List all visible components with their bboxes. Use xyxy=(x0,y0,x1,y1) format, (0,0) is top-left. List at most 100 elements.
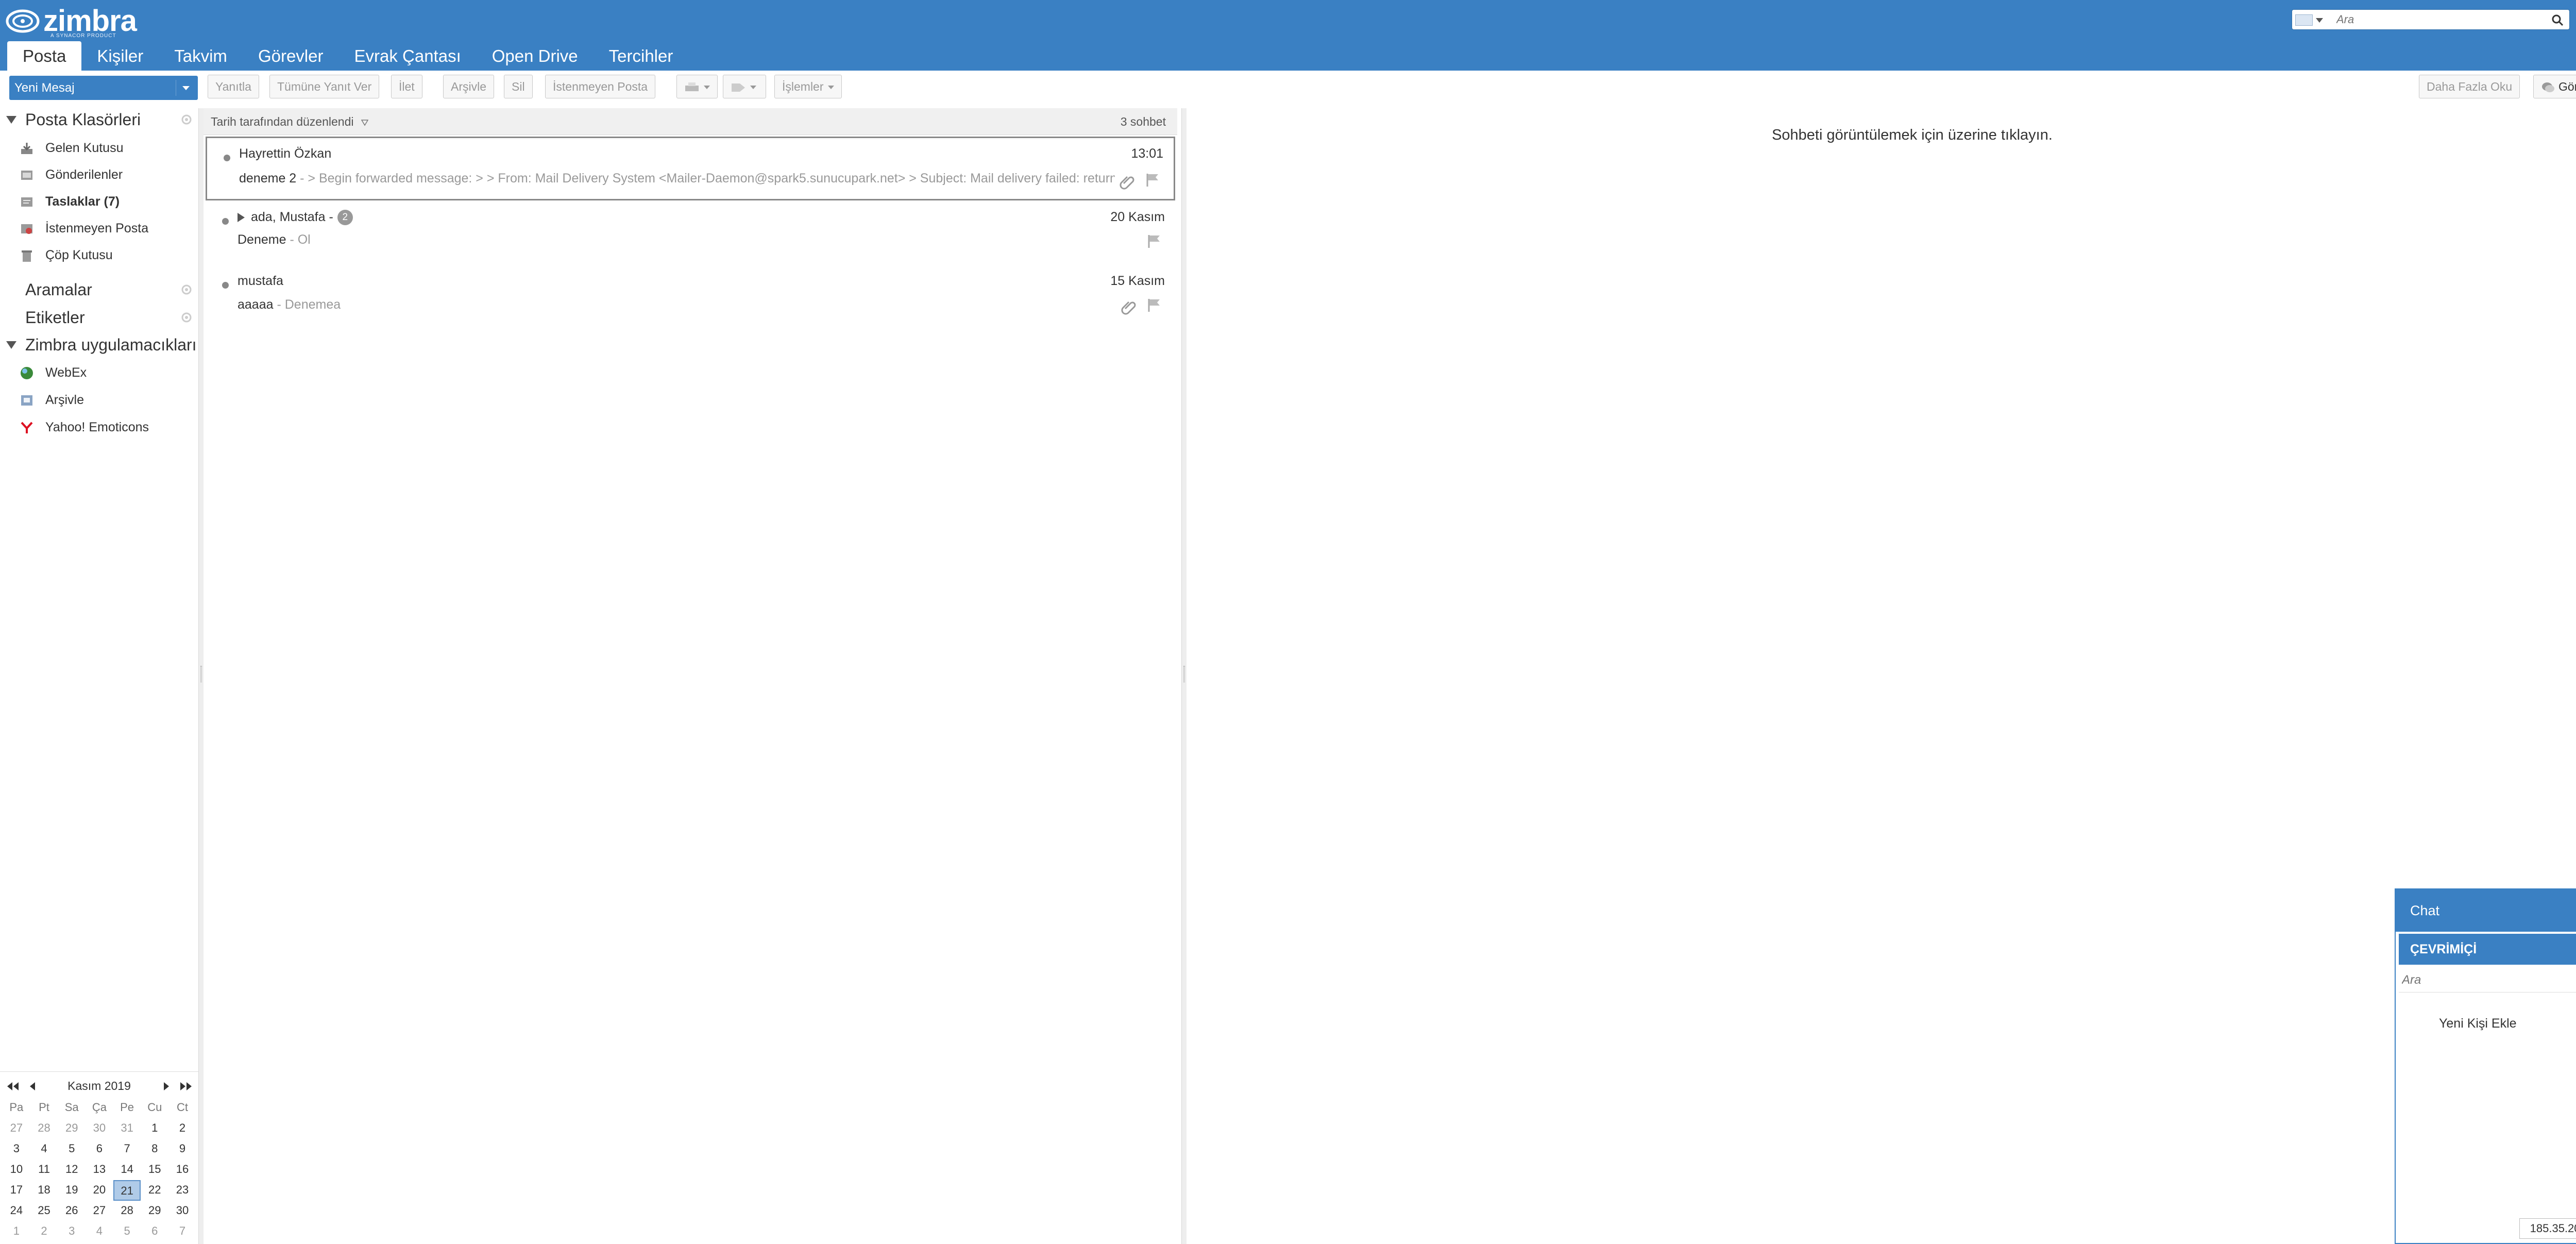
folder-junk[interactable]: İstenmeyen Posta xyxy=(0,215,198,242)
tags-header[interactable]: Etiketler xyxy=(0,305,198,330)
calendar-day[interactable]: 28 xyxy=(30,1118,58,1139)
unread-dot-icon[interactable] xyxy=(224,155,230,161)
tab-kisiler[interactable]: Kişiler xyxy=(81,41,159,71)
list-item[interactable]: mustafa 15 Kasım aaaaa - Denemea xyxy=(206,265,1175,329)
calendar-day[interactable]: 6 xyxy=(141,1221,168,1242)
drag-handle-icon[interactable] xyxy=(200,666,202,682)
zimbra-logo[interactable]: zimbra A SYNACOR PRODUCT xyxy=(5,5,137,39)
reading-pane-splitter[interactable] xyxy=(1181,108,1187,1244)
unread-dot-icon[interactable] xyxy=(222,282,229,289)
calendar-day[interactable]: 14 xyxy=(113,1159,141,1180)
calendar-day[interactable]: 5 xyxy=(58,1139,86,1159)
spam-button[interactable]: İstenmeyen Posta xyxy=(545,75,656,98)
search-icon[interactable] xyxy=(2551,13,2564,27)
chevron-down-icon[interactable] xyxy=(2316,18,2323,23)
tab-gorevler[interactable]: Görevler xyxy=(243,41,339,71)
list-item[interactable]: Hayrettin Özkan 13:01 deneme 2 - > Begin… xyxy=(206,137,1175,200)
list-item[interactable]: ada, Mustafa - 2 20 Kasım Deneme - Ol xyxy=(206,201,1175,265)
tag-button[interactable] xyxy=(723,75,766,98)
drag-handle-icon[interactable] xyxy=(1183,666,1185,682)
calendar-day[interactable]: 20 xyxy=(86,1180,113,1201)
chat-title-bar[interactable]: Chat xyxy=(2396,889,2576,932)
calendar-day[interactable]: 1 xyxy=(141,1118,168,1139)
calendar-day[interactable]: 15 xyxy=(141,1159,168,1180)
tab-open-drive[interactable]: Open Drive xyxy=(477,41,594,71)
calendar-day[interactable]: 12 xyxy=(58,1159,86,1180)
sort-control[interactable]: Tarih tarafından düzenlendi xyxy=(211,108,368,135)
calendar-day[interactable]: 30 xyxy=(168,1201,196,1221)
actions-button[interactable]: İşlemler xyxy=(774,75,842,98)
zimlet-archive[interactable]: Arşivle xyxy=(0,386,198,413)
calendar-day[interactable]: 18 xyxy=(30,1180,58,1201)
calendar-day[interactable]: 26 xyxy=(58,1201,86,1221)
folder-inbox[interactable]: Gelen Kutusu xyxy=(0,135,198,161)
calendar-day[interactable]: 2 xyxy=(30,1221,58,1242)
folders-header[interactable]: Posta Klasörleri xyxy=(0,107,198,132)
expand-triangle-icon[interactable] xyxy=(238,213,245,223)
calendar-day[interactable]: 3 xyxy=(58,1221,86,1242)
archive-button[interactable]: Arşivle xyxy=(443,75,495,98)
calendar-day[interactable]: 16 xyxy=(168,1159,196,1180)
print-button[interactable] xyxy=(676,75,718,98)
calendar-day-today[interactable]: 21 xyxy=(113,1180,141,1201)
collapse-triangle-icon[interactable] xyxy=(6,116,16,124)
calendar-day[interactable]: 28 xyxy=(113,1201,141,1221)
calendar-day[interactable]: 8 xyxy=(141,1139,168,1159)
tab-tercihler[interactable]: Tercihler xyxy=(594,41,689,71)
double-chevron-right-icon[interactable] xyxy=(179,1081,193,1091)
calendar-day[interactable]: 25 xyxy=(30,1201,58,1221)
calendar-day[interactable]: 22 xyxy=(141,1180,168,1201)
reply-button[interactable]: Yanıtla xyxy=(208,75,259,98)
folder-sent[interactable]: Gönderilenler xyxy=(0,161,198,188)
read-more-button[interactable]: Daha Fazla Oku xyxy=(2419,75,2520,98)
calendar-day[interactable]: 30 xyxy=(86,1118,113,1139)
chevron-right-icon[interactable] xyxy=(160,1081,173,1091)
calendar-day[interactable]: 17 xyxy=(3,1180,30,1201)
reply-all-button[interactable]: Tümüne Yanıt Ver xyxy=(269,75,380,98)
chat-status-dropdown[interactable]: ÇEVRİMİÇİ xyxy=(2399,934,2576,965)
sidebar-splitter[interactable] xyxy=(198,108,204,1244)
collapse-triangle-icon[interactable] xyxy=(6,341,16,349)
folder-trash[interactable]: Çöp Kutusu xyxy=(0,242,198,268)
gear-icon[interactable] xyxy=(181,312,192,323)
forward-button[interactable]: İlet xyxy=(391,75,422,98)
calendar-day[interactable]: 7 xyxy=(168,1221,196,1242)
calendar-day[interactable]: 2 xyxy=(168,1118,196,1139)
calendar-day[interactable]: 19 xyxy=(58,1180,86,1201)
calendar-day[interactable]: 4 xyxy=(86,1221,113,1242)
view-button[interactable]: Görüntüle xyxy=(2533,75,2576,98)
tab-posta[interactable]: Posta xyxy=(7,41,82,71)
calendar-day[interactable]: 4 xyxy=(30,1139,58,1159)
calendar-day[interactable]: 3 xyxy=(3,1139,30,1159)
calendar-day[interactable]: 27 xyxy=(86,1201,113,1221)
calendar-day[interactable]: 27 xyxy=(3,1118,30,1139)
folder-drafts[interactable]: Taslaklar (7) xyxy=(0,188,198,215)
unread-dot-icon[interactable] xyxy=(222,218,229,225)
calendar-day[interactable]: 1 xyxy=(3,1221,30,1242)
search-type-icon[interactable] xyxy=(2295,14,2313,26)
flag-icon[interactable] xyxy=(1145,172,1160,188)
gear-icon[interactable] xyxy=(181,114,192,125)
delete-button[interactable]: Sil xyxy=(504,75,533,98)
calendar-day[interactable]: 11 xyxy=(30,1159,58,1180)
zimlets-header[interactable]: Zimbra uygulamacıkları xyxy=(0,332,198,358)
calendar-day[interactable]: 31 xyxy=(113,1118,141,1139)
search-input[interactable] xyxy=(2335,12,2541,27)
calendar-day[interactable]: 6 xyxy=(86,1139,113,1159)
zimlet-yahoo-emoticons[interactable]: Yahoo! Emoticons xyxy=(0,414,198,441)
calendar-day[interactable]: 29 xyxy=(58,1118,86,1139)
calendar-day[interactable]: 7 xyxy=(113,1139,141,1159)
calendar-day[interactable]: 13 xyxy=(86,1159,113,1180)
gear-icon[interactable] xyxy=(181,284,192,295)
flag-icon[interactable] xyxy=(1146,233,1162,249)
new-message-button[interactable]: Yeni Mesaj xyxy=(9,76,198,100)
flag-icon[interactable] xyxy=(1146,297,1162,313)
calendar-day[interactable]: 29 xyxy=(141,1201,168,1221)
tab-takvim[interactable]: Takvim xyxy=(159,41,243,71)
calendar-day[interactable]: 5 xyxy=(113,1221,141,1242)
calendar-day[interactable]: 9 xyxy=(168,1139,196,1159)
calendar-day[interactable]: 10 xyxy=(3,1159,30,1180)
calendar-day[interactable]: 24 xyxy=(3,1201,30,1221)
add-contact-link[interactable]: Yeni Kişi Ekle xyxy=(2439,1016,2517,1031)
zimlet-webex[interactable]: WebEx xyxy=(0,359,198,386)
